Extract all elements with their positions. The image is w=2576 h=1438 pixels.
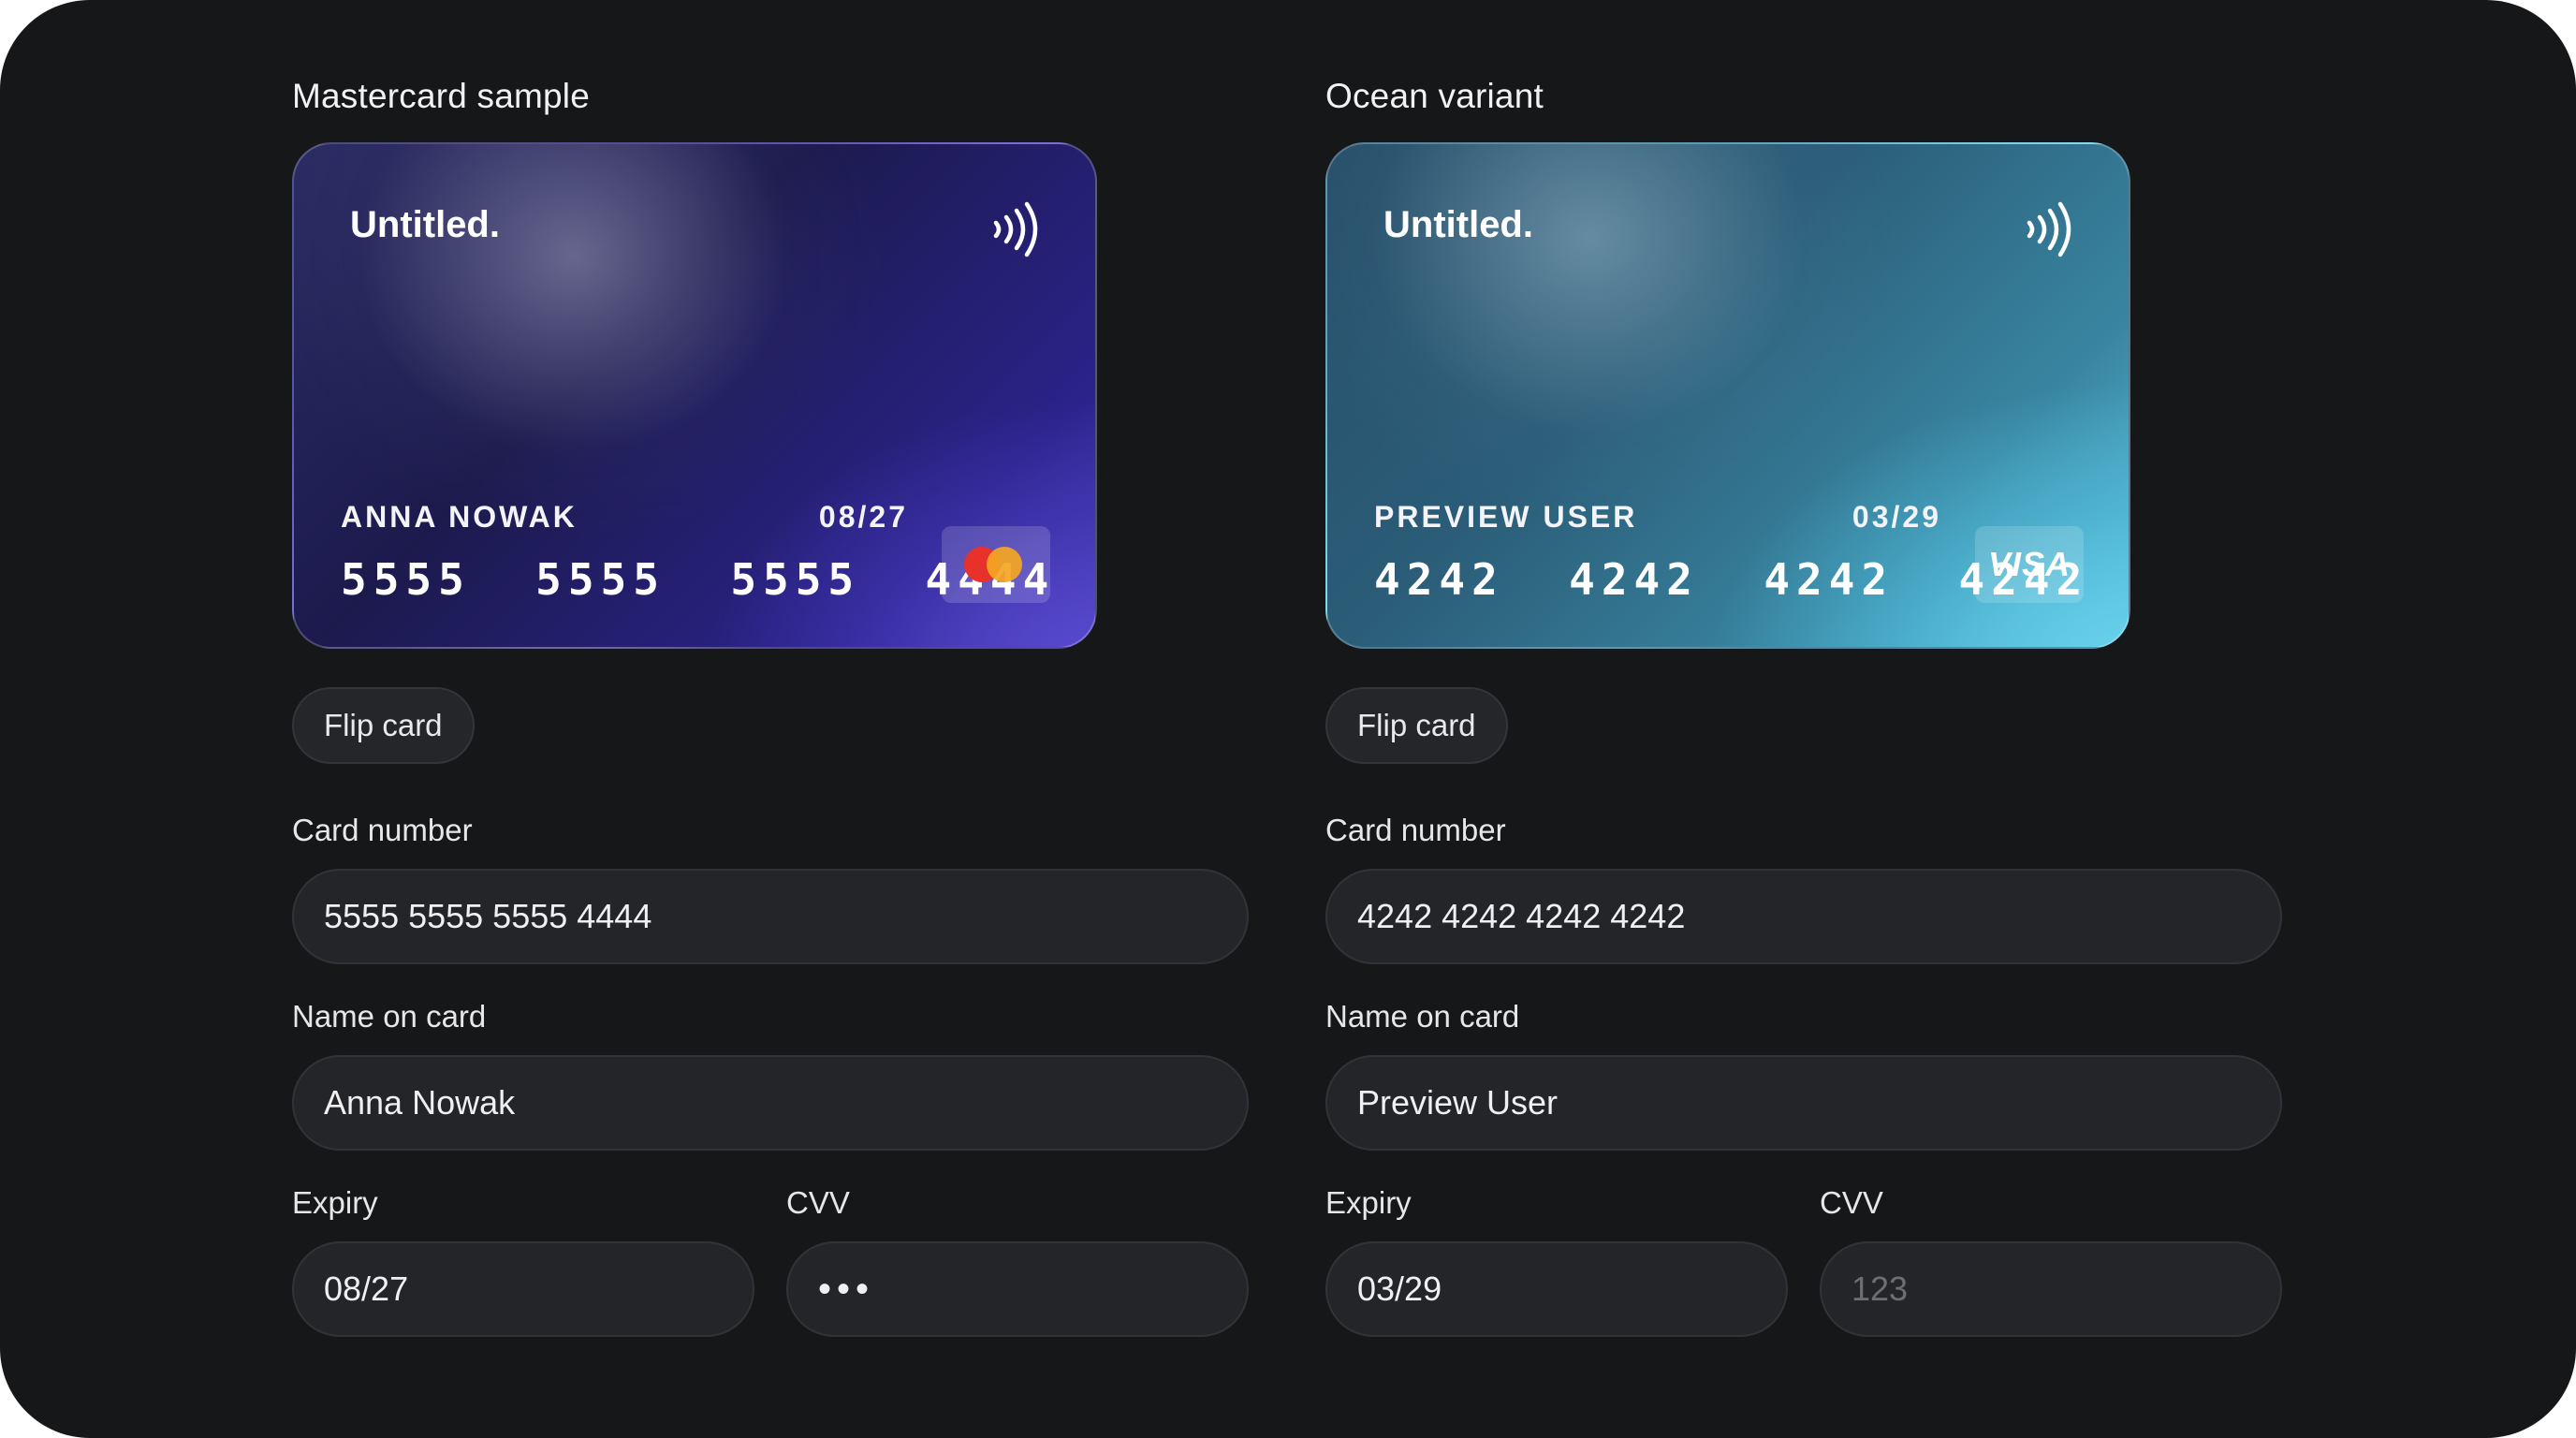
card-panel-mastercard: Mastercard sample Untitled. ANNA NOWAK 0…	[292, 0, 1251, 1438]
card-number-label: Card number	[1325, 813, 1506, 847]
section-title: Ocean variant	[1325, 77, 1544, 115]
app-window: Mastercard sample Untitled. ANNA NOWAK 0…	[0, 0, 2576, 1438]
card-panel-ocean: Ocean variant Untitled. PREVIEW USER 03/…	[1325, 0, 2284, 1438]
flip-card-button[interactable]: Flip card	[292, 687, 475, 764]
name-on-card-label: Name on card	[1325, 999, 1520, 1034]
visa-logo-icon: VISA	[1975, 526, 2084, 603]
card-preview: Untitled. PREVIEW USER 03/29 4242 4242 4…	[1325, 142, 2130, 649]
expiry-label: Expiry	[292, 1185, 378, 1220]
mastercard-orange-circle	[987, 547, 1022, 582]
section-title: Mastercard sample	[292, 77, 591, 115]
card-brand: Untitled.	[1383, 204, 1533, 245]
card-number-input[interactable]: 4242 4242 4242 4242	[1325, 869, 2282, 964]
contactless-icon	[2027, 201, 2071, 257]
name-on-card-input[interactable]: Anna Nowak	[292, 1055, 1249, 1151]
card-expiry: 08/27	[818, 500, 908, 534]
expiry-input[interactable]: 03/29	[1325, 1241, 1788, 1337]
expiry-input[interactable]: 08/27	[292, 1241, 754, 1337]
name-on-card-label: Name on card	[292, 999, 487, 1034]
card-number-label: Card number	[292, 813, 473, 847]
mastercard-logo-icon	[942, 526, 1050, 603]
card-holder-name: ANNA NOWAK	[341, 500, 578, 534]
contactless-icon	[993, 201, 1038, 257]
card-holder-name: PREVIEW USER	[1374, 500, 1638, 534]
cvv-input[interactable]: 123	[1820, 1241, 2282, 1337]
flip-card-button[interactable]: Flip card	[1325, 687, 1508, 764]
expiry-label: Expiry	[1325, 1185, 1412, 1220]
cvv-input[interactable]: •••	[786, 1241, 1249, 1337]
name-on-card-input[interactable]: Preview User	[1325, 1055, 2282, 1151]
cvv-label: CVV	[786, 1185, 850, 1220]
cvv-label: CVV	[1820, 1185, 1883, 1220]
visa-logo-text: VISA	[1987, 545, 2071, 583]
card-number-input[interactable]: 5555 5555 5555 4444	[292, 869, 1249, 964]
card-brand: Untitled.	[350, 204, 500, 245]
card-expiry: 03/29	[1852, 500, 1941, 534]
card-preview: Untitled. ANNA NOWAK 08/27 5555 5555 555…	[292, 142, 1097, 649]
